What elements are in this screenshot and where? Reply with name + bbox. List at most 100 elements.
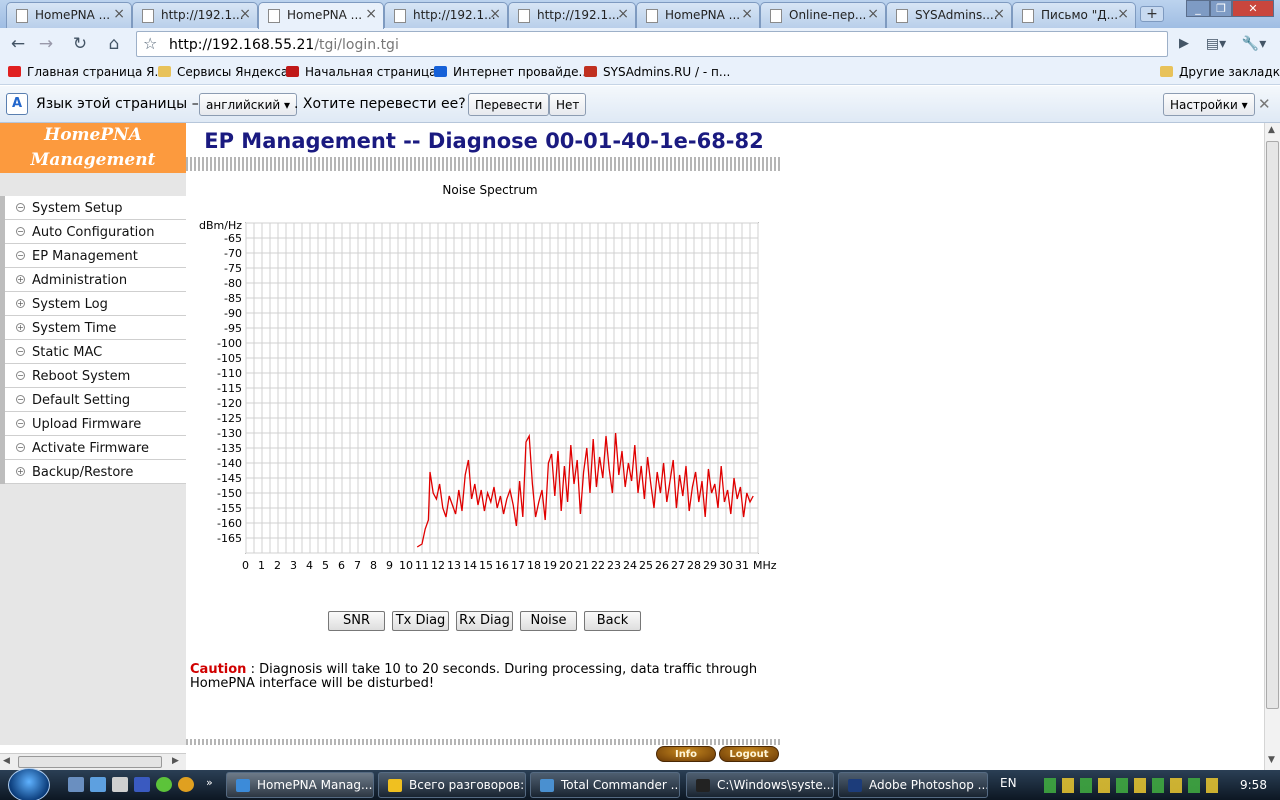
- bookmark-3[interactable]: Интернет провайде...: [434, 65, 590, 79]
- bookmark-star-icon[interactable]: ☆: [143, 34, 157, 53]
- tab-5[interactable]: HomePNA ... ×: [636, 2, 760, 28]
- close-tab-icon[interactable]: ×: [741, 6, 753, 22]
- wrench-icon[interactable]: 🔧▾: [1240, 32, 1268, 56]
- taskbar-item-label: Total Commander ...: [561, 778, 680, 792]
- maximize-button[interactable]: ❐: [1210, 0, 1232, 17]
- snr-button[interactable]: SNR: [328, 611, 385, 631]
- tx-diag-button[interactable]: Tx Diag: [392, 611, 449, 631]
- taskbar-item-1[interactable]: Всего разговоров:...: [378, 772, 526, 798]
- back-icon[interactable]: ←: [4, 32, 32, 56]
- sidebar-item-administration[interactable]: + Administration: [5, 268, 186, 292]
- close-tab-icon[interactable]: ×: [239, 6, 251, 22]
- close-tab-icon[interactable]: ×: [489, 6, 501, 22]
- vertical-scrollbar[interactable]: ▲ ▼: [1264, 123, 1280, 770]
- sidebar-item-static-mac[interactable]: − Static MAC: [5, 340, 186, 364]
- start-button[interactable]: [8, 768, 50, 800]
- main-content: EP Management -- Diagnose 00-01-40-1e-68…: [186, 123, 782, 770]
- bookmark-label: SYSAdmins.RU / - п...: [603, 65, 731, 79]
- y-tick-label: -65: [224, 232, 242, 245]
- rx-diag-button[interactable]: Rx Diag: [456, 611, 513, 631]
- translate-button[interactable]: Перевести: [468, 93, 550, 116]
- logout-button[interactable]: Logout: [719, 746, 779, 762]
- x-tick-label: 30: [719, 559, 733, 572]
- other-bookmarks[interactable]: Другие закладки: [1160, 65, 1280, 79]
- translate-settings-button[interactable]: Настройки ▾: [1163, 93, 1255, 116]
- noise-button[interactable]: Noise: [520, 611, 577, 631]
- bookmark-0[interactable]: Главная страница Я...: [8, 65, 166, 79]
- new-tab-button[interactable]: +: [1140, 6, 1164, 22]
- sidebar-item-auto-configuration[interactable]: − Auto Configuration: [5, 220, 186, 244]
- icq-icon[interactable]: [156, 777, 172, 792]
- forward-icon[interactable]: →: [32, 32, 60, 56]
- go-icon[interactable]: ▶: [1170, 32, 1198, 56]
- x-tick-label: 16: [495, 559, 509, 572]
- tab-8[interactable]: Письмо "Д... ×: [1012, 2, 1136, 28]
- sidebar-item-system-setup[interactable]: − System Setup: [5, 196, 186, 220]
- taskbar-item-2[interactable]: Total Commander ...: [530, 772, 680, 798]
- close-translate-icon[interactable]: ✕: [1258, 95, 1271, 113]
- x-tick-label: 3: [290, 559, 297, 572]
- page-icon: [268, 9, 280, 23]
- close-tab-icon[interactable]: ×: [867, 6, 879, 22]
- scroll-down-icon[interactable]: ▼: [1268, 755, 1275, 765]
- scroll-right-icon[interactable]: ▶: [172, 756, 179, 766]
- close-tab-icon[interactable]: ×: [1117, 6, 1129, 22]
- tab-7[interactable]: SYSAdmins.... ×: [886, 2, 1012, 28]
- tab-6[interactable]: Online-пер... ×: [760, 2, 886, 28]
- chrome-quick-icon[interactable]: [178, 777, 194, 792]
- close-window-button[interactable]: ✕: [1232, 0, 1274, 17]
- tab-2[interactable]: HomePNA ... ×: [258, 2, 384, 29]
- tab-4[interactable]: http://192.1... ×: [508, 2, 636, 28]
- sidebar-item-system-log[interactable]: + System Log: [5, 292, 186, 316]
- close-tab-icon[interactable]: ×: [365, 6, 377, 22]
- close-tab-icon[interactable]: ×: [113, 6, 125, 22]
- taskbar-item-4[interactable]: Adobe Photoshop ...: [838, 772, 988, 798]
- bookmark-4[interactable]: SYSAdmins.RU / - п...: [584, 65, 730, 79]
- x-axis-label: MHz: [753, 559, 777, 572]
- tab-0[interactable]: HomePNA ... ×: [6, 2, 132, 28]
- bookmark-1[interactable]: Сервисы Яндекса: [158, 65, 288, 79]
- tab-3[interactable]: http://192.1... ×: [384, 2, 508, 28]
- devil-icon: [286, 66, 299, 77]
- url-text[interactable]: http://192.168.55.21/tgi/login.tgi: [169, 37, 399, 53]
- calculator-icon[interactable]: [112, 777, 128, 792]
- tab-1[interactable]: http://192.1... ×: [132, 2, 258, 28]
- language-indicator[interactable]: EN: [1000, 776, 1017, 790]
- scroll-thumb[interactable]: [18, 756, 162, 768]
- home-icon[interactable]: ⌂: [100, 32, 128, 56]
- minimize-button[interactable]: _: [1186, 0, 1210, 17]
- tab-label: HomePNA ...: [665, 8, 741, 22]
- taskbar-item-label: Всего разговоров:...: [409, 778, 526, 792]
- sidebar-item-system-time[interactable]: + System Time: [5, 316, 186, 340]
- collapse-icon: −: [16, 443, 25, 452]
- close-tab-icon[interactable]: ×: [617, 6, 629, 22]
- address-bar[interactable]: ☆ http://192.168.55.21/tgi/login.tgi: [136, 31, 1168, 57]
- sidebar-item-activate-firmware[interactable]: − Activate Firmware: [5, 436, 186, 460]
- save-icon[interactable]: [134, 777, 150, 792]
- bookmark-2[interactable]: Начальная страница: [286, 65, 437, 79]
- info-button[interactable]: Info: [656, 746, 716, 762]
- sidebar-item-backup-restore[interactable]: + Backup/Restore: [5, 460, 186, 484]
- scroll-up-icon[interactable]: ▲: [1268, 125, 1275, 135]
- page-menu-icon[interactable]: ▤▾: [1202, 32, 1230, 56]
- vscroll-thumb[interactable]: [1266, 141, 1279, 709]
- quicklaunch-more-icon[interactable]: »: [206, 776, 213, 789]
- sidebar-item-reboot-system[interactable]: − Reboot System: [5, 364, 186, 388]
- reload-icon[interactable]: ↻: [66, 32, 94, 56]
- sidebar-item-default-setting[interactable]: − Default Setting: [5, 388, 186, 412]
- sidebar-item-upload-firmware[interactable]: − Upload Firmware: [5, 412, 186, 436]
- no-translate-button[interactable]: Нет: [549, 93, 587, 116]
- scroll-left-icon[interactable]: ◀: [3, 756, 10, 766]
- close-tab-icon[interactable]: ×: [993, 6, 1005, 22]
- sidebar-item-label: Upload Firmware: [32, 417, 142, 432]
- taskbar-item-3[interactable]: C:\Windows\syste...: [686, 772, 834, 798]
- switch-windows-icon[interactable]: [90, 777, 106, 792]
- chrome-icon: [236, 779, 250, 792]
- taskbar-item-0[interactable]: HomePNA Manag...: [226, 772, 374, 798]
- x-tick-label: 17: [511, 559, 525, 572]
- sidebar-item-ep-management[interactable]: − EP Management: [5, 244, 186, 268]
- language-select[interactable]: английский ▾: [199, 93, 298, 116]
- clock[interactable]: 9:58: [1240, 778, 1267, 792]
- show-desktop-icon[interactable]: [68, 777, 84, 792]
- back-button[interactable]: Back: [584, 611, 641, 631]
